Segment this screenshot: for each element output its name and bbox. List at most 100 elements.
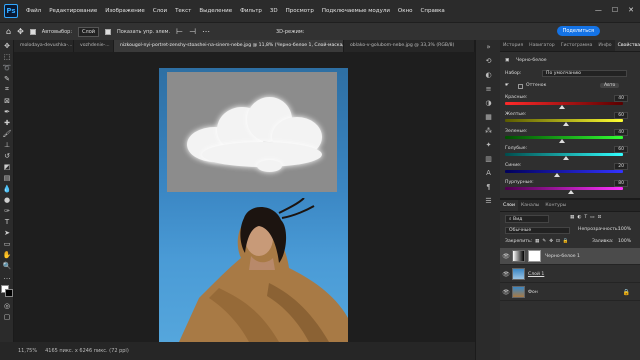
slider-thumb[interactable]: [553, 173, 560, 177]
lock-icons[interactable]: ▦✎✥⊡🔒: [535, 239, 572, 244]
move-tool-icon[interactable]: ✥: [0, 40, 14, 51]
auto-select-checkbox[interactable]: [29, 28, 36, 35]
pen-tool-icon[interactable]: ✑: [0, 205, 14, 216]
layer-name[interactable]: Черно-белое 1: [545, 254, 580, 259]
properties-icon[interactable]: ≡: [476, 82, 501, 96]
gradient-tool-icon[interactable]: ▤: [0, 172, 14, 183]
menu-view[interactable]: Просмотр: [282, 8, 318, 14]
menu-filter[interactable]: Фильтр: [236, 8, 266, 14]
layer-name[interactable]: Фон: [528, 290, 538, 295]
more-tools-icon[interactable]: …: [0, 271, 14, 282]
channels-icon[interactable]: ▥: [476, 152, 501, 166]
lasso-tool-icon[interactable]: ➰: [0, 62, 14, 73]
preset-dropdown[interactable]: По умолчанию: [542, 70, 627, 77]
tab-document-1[interactable]: molodaya-devushka-...: [14, 40, 74, 52]
layer-filter-dropdown[interactable]: ⌕ Вид: [505, 215, 549, 223]
distribute-icon[interactable]: ⋯: [202, 27, 210, 36]
menu-layers[interactable]: Слои: [149, 8, 171, 14]
healing-tool-icon[interactable]: ✚: [0, 117, 14, 128]
tab-document-active[interactable]: nizkougol-nyi-portret-zenshy-stoashei-na…: [114, 40, 344, 52]
slider-thumb[interactable]: [568, 190, 575, 194]
stamp-tool-icon[interactable]: ⊥: [0, 139, 14, 150]
blur-tool-icon[interactable]: 💧: [0, 183, 14, 194]
auto-select-dropdown[interactable]: Слой: [78, 26, 100, 37]
opacity-value[interactable]: 100%: [618, 227, 631, 232]
tab-properties[interactable]: Свойства: [614, 40, 640, 51]
slider-value-input[interactable]: 60: [614, 112, 628, 119]
adjustments-icon[interactable]: ◐: [476, 68, 501, 82]
slider-value-input[interactable]: 20: [614, 163, 628, 170]
tab-paths[interactable]: Контуры: [542, 200, 569, 211]
home-icon[interactable]: ⌂: [6, 27, 11, 36]
layer-mask-thumbnail[interactable]: [528, 250, 541, 262]
layer-row[interactable]: 👁 Фон 🔒: [500, 284, 640, 301]
brush-tool-icon[interactable]: 🖌: [0, 128, 14, 139]
layer-name[interactable]: Слой 1: [528, 272, 544, 277]
screen-mode-icon[interactable]: ▢: [0, 311, 14, 322]
slider-value-input[interactable]: 40: [614, 129, 628, 136]
tab-navigator[interactable]: Навигатор: [526, 40, 558, 51]
marquee-tool-icon[interactable]: ⬚: [0, 51, 14, 62]
paragraph-icon[interactable]: ¶: [476, 180, 501, 194]
collapse-panels-icon[interactable]: »: [476, 40, 501, 54]
fill-value[interactable]: 100%: [618, 239, 631, 244]
shape-tool-icon[interactable]: ▭: [0, 238, 14, 249]
move-tool-icon[interactable]: ✥: [17, 27, 24, 36]
tab-info[interactable]: Инфо: [595, 40, 614, 51]
quick-select-tool-icon[interactable]: ✎: [0, 73, 14, 84]
hand-tool-icon[interactable]: ✋: [0, 249, 14, 260]
share-button[interactable]: Поделиться: [556, 26, 600, 36]
visibility-eye-icon[interactable]: 👁: [500, 289, 512, 296]
close-icon[interactable]: ✕: [628, 6, 634, 14]
menu-image[interactable]: Изображение: [101, 8, 149, 14]
character-icon[interactable]: A: [476, 166, 501, 180]
color-icon[interactable]: ◑: [476, 96, 501, 110]
crop-tool-icon[interactable]: ⌗: [0, 84, 14, 95]
minimize-icon[interactable]: —: [595, 6, 602, 14]
document-canvas[interactable]: [159, 68, 348, 342]
tab-histogram[interactable]: Гистограмма: [558, 40, 596, 51]
tab-document-4[interactable]: oblako-v-golubom-nebe.jpg @ 33,3% (RGB/8…: [344, 40, 475, 52]
eyedropper-tool-icon[interactable]: ✒: [0, 106, 14, 117]
slider-value-input[interactable]: 60: [614, 146, 628, 153]
tab-history[interactable]: История: [500, 40, 526, 51]
maximize-icon[interactable]: ☐: [612, 6, 618, 14]
blend-mode-dropdown[interactable]: Обычные: [505, 227, 570, 234]
visibility-eye-icon[interactable]: 👁: [500, 271, 512, 278]
frame-tool-icon[interactable]: ⊠: [0, 95, 14, 106]
slider-track[interactable]: [505, 187, 623, 190]
menu-3d[interactable]: 3D: [266, 8, 282, 14]
paths-icon[interactable]: ✦: [476, 138, 501, 152]
path-select-tool-icon[interactable]: ➤: [0, 227, 14, 238]
slider-thumb[interactable]: [558, 139, 565, 143]
menu-plugins[interactable]: Подключаемые модули: [318, 8, 394, 14]
align-left-icon[interactable]: ⊢: [176, 27, 183, 36]
menu-file[interactable]: Файл: [22, 8, 45, 14]
quick-mask-icon[interactable]: ◎: [0, 300, 14, 311]
layer-row[interactable]: 👁 Черно-белое 1: [500, 248, 640, 265]
eraser-tool-icon[interactable]: ◩: [0, 161, 14, 172]
tab-channels[interactable]: Каналы: [518, 200, 542, 211]
slider-track[interactable]: [505, 170, 623, 173]
brush-panel-icon[interactable]: ⁂: [476, 124, 501, 138]
menu-help[interactable]: Справка: [417, 8, 449, 14]
dodge-tool-icon[interactable]: ●: [0, 194, 14, 205]
menu-window[interactable]: Окно: [394, 8, 417, 14]
color-swatches-icon[interactable]: [0, 282, 14, 300]
hand-adjust-icon[interactable]: ☛: [505, 83, 509, 88]
menu-select[interactable]: Выделение: [195, 8, 236, 14]
history-brush-tool-icon[interactable]: ↺: [0, 150, 14, 161]
tint-checkbox[interactable]: [518, 84, 523, 89]
zoom-tool-icon[interactable]: 🔍: [0, 260, 14, 271]
canvas-area[interactable]: [14, 52, 475, 342]
swatches-icon[interactable]: ▦: [476, 110, 501, 124]
slider-thumb[interactable]: [563, 156, 570, 160]
slider-value-input[interactable]: 80: [614, 180, 628, 187]
menu-edit[interactable]: Редактирование: [45, 8, 101, 14]
zoom-level[interactable]: 11,75%: [18, 348, 37, 354]
slider-thumb[interactable]: [558, 105, 565, 109]
show-controls-checkbox[interactable]: [105, 28, 112, 35]
visibility-eye-icon[interactable]: 👁: [500, 253, 512, 260]
tab-document-2[interactable]: vozhdenie-...: [74, 40, 114, 52]
slider-thumb[interactable]: [563, 122, 570, 126]
